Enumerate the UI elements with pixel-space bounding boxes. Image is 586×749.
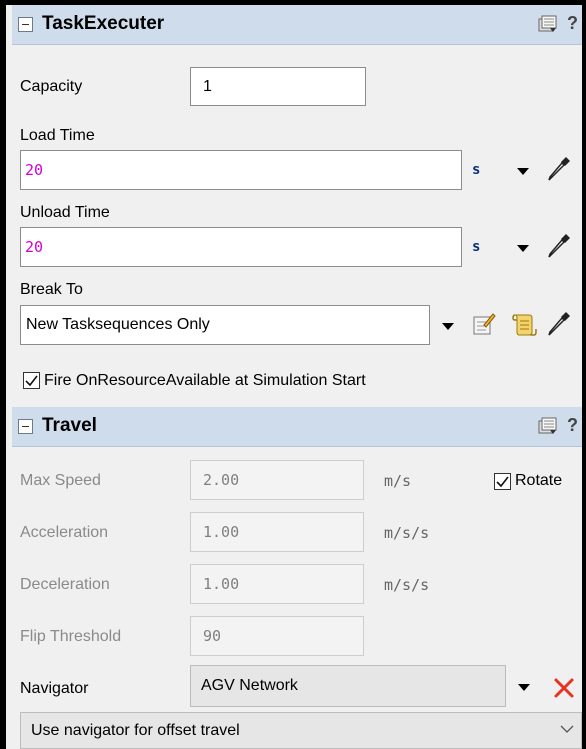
deceleration-field[interactable]: 1.00 xyxy=(190,564,364,604)
acceleration-label: Acceleration xyxy=(20,524,109,541)
offset-travel-select[interactable]: Use navigator for offset travel xyxy=(20,712,582,749)
taskexecuter-header[interactable]: TaskExecuter ? xyxy=(12,5,582,45)
break-to-field[interactable]: New Tasksequences Only xyxy=(20,305,430,345)
navigator-label: Navigator xyxy=(20,680,89,697)
eyedropper-icon[interactable] xyxy=(546,155,572,183)
edit-icon[interactable] xyxy=(472,311,496,337)
max-speed-label: Max Speed xyxy=(20,472,101,489)
window-border-right xyxy=(582,0,586,749)
capacity-field[interactable]: 1 xyxy=(190,67,366,106)
help-icon[interactable]: ? xyxy=(567,13,578,34)
dropdown-arrow-icon[interactable] xyxy=(517,245,529,252)
rotate-label: Rotate xyxy=(515,472,563,489)
deceleration-label: Deceleration xyxy=(20,576,110,593)
taskexecuter-title: TaskExecuter xyxy=(42,13,165,34)
collapse-icon[interactable] xyxy=(18,419,33,434)
load-time-field[interactable]: 20 xyxy=(20,150,462,190)
checkbox-icon xyxy=(25,375,38,387)
fire-on-resource-label: Fire OnResourceAvailable at Simulation S… xyxy=(44,372,366,389)
deceleration-unit: m/s/s xyxy=(384,576,430,594)
properties-icon[interactable] xyxy=(538,15,558,33)
capacity-label: Capacity xyxy=(20,78,83,95)
load-time-unit: s xyxy=(472,162,481,178)
properties-icon[interactable] xyxy=(538,417,558,435)
checkbox-icon xyxy=(496,476,509,488)
chevron-down-icon[interactable] xyxy=(560,724,574,734)
load-time-label: Load Time xyxy=(20,127,95,144)
max-speed-field[interactable]: 2.00 xyxy=(190,460,364,500)
acceleration-unit: m/s/s xyxy=(384,524,430,542)
flip-threshold-label: Flip Threshold xyxy=(20,628,122,645)
travel-title: Travel xyxy=(42,415,97,436)
delete-icon[interactable] xyxy=(553,677,575,699)
navigator-select[interactable]: AGV Network xyxy=(190,665,506,707)
flip-threshold-field[interactable]: 90 xyxy=(190,616,364,656)
offset-travel-value: Use navigator for offset travel xyxy=(31,721,240,739)
travel-header[interactable]: Travel ? xyxy=(12,407,582,447)
dropdown-arrow-icon[interactable] xyxy=(442,323,454,330)
unload-time-field[interactable]: 20 xyxy=(20,227,462,267)
eyedropper-icon[interactable] xyxy=(546,310,572,338)
rotate-checkbox[interactable] xyxy=(494,473,511,490)
dropdown-arrow-icon[interactable] xyxy=(517,168,529,175)
dropdown-arrow-icon[interactable] xyxy=(518,684,530,691)
fire-on-resource-checkbox[interactable] xyxy=(23,372,40,389)
unload-time-label: Unload Time xyxy=(20,204,110,221)
max-speed-unit: m/s xyxy=(384,472,412,490)
break-to-label: Break To xyxy=(20,281,83,298)
acceleration-field[interactable]: 1.00 xyxy=(190,512,364,552)
eyedropper-icon[interactable] xyxy=(546,232,572,260)
script-icon[interactable] xyxy=(510,311,538,337)
collapse-icon[interactable] xyxy=(18,17,33,32)
help-icon[interactable]: ? xyxy=(567,415,578,436)
unload-time-unit: s xyxy=(472,239,481,255)
